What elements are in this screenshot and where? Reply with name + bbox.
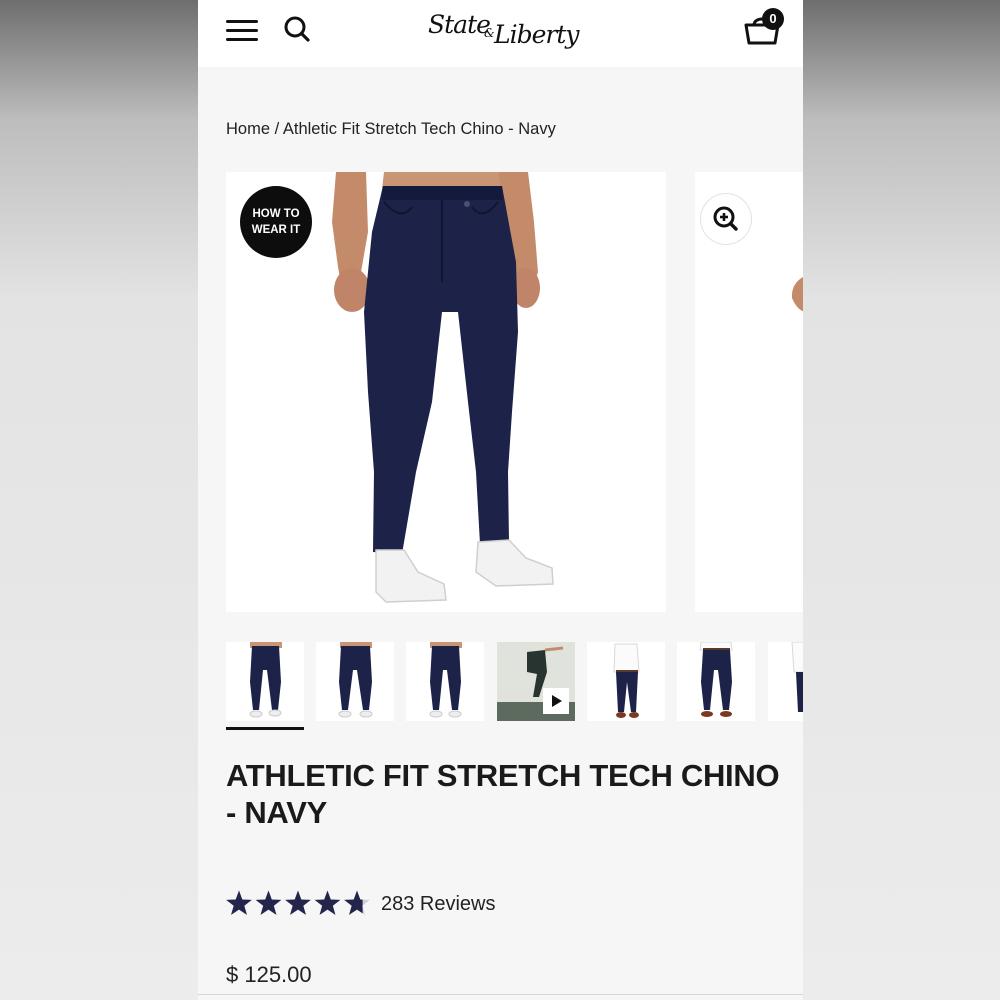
how-to-wear-it-badge[interactable]: HOW TO WEAR IT [240,186,312,258]
thumbnail-7[interactable] [768,642,803,721]
breadcrumb: Home / Athletic Fit Stretch Tech Chino -… [226,120,556,139]
product-title: ATHLETIC FIT STRETCH TECH CHINO - NAVY [226,758,780,830]
product-next-image-peek[interactable] [695,172,803,612]
thumbnail-outfit-image [699,642,733,717]
shopping-bag-button[interactable]: 0 [742,8,788,48]
thumbnail-2[interactable] [316,642,394,721]
breadcrumb-separator: / [270,120,283,138]
thumbnail-4-video[interactable] [497,642,575,721]
thumbnail-pants-image [249,642,282,718]
search-icon[interactable] [282,14,312,44]
rating-stars [226,890,370,915]
star-full [314,890,341,915]
thumbnail-outfit-image [613,643,640,718]
thumbnail-pants-image [429,642,462,718]
product-main-image[interactable]: HOW TO WEAR IT [226,172,666,612]
site-header: State & Liberty 0 [198,0,803,67]
logo-ampersand: & [484,26,495,40]
reviews-link[interactable]: 283 Reviews [381,893,496,916]
breadcrumb-current: Athletic Fit Stretch Tech Chino - Navy [282,120,556,138]
breadcrumb-home-link[interactable]: Home [226,120,270,138]
thumbnail-1[interactable] [226,642,304,721]
hamburger-menu-icon[interactable] [226,18,258,42]
cart-count-badge: 0 [762,8,784,30]
divider [198,994,803,995]
thumbnail-5[interactable] [587,642,665,721]
badge-line-2: WEAR IT [251,224,301,236]
active-thumbnail-indicator [226,727,304,730]
logo-word-state: State [428,10,491,39]
badge-line-1: HOW TO [252,208,300,220]
brand-logo[interactable]: State & Liberty [426,8,580,56]
thumbnail-pants-image [338,642,373,718]
zoom-button[interactable] [701,194,751,244]
thumbnail-strip [226,642,803,732]
star-full [285,890,311,915]
thumbnail-video-image [497,642,575,721]
thumbnail-3[interactable] [406,642,484,721]
phone-screen: State & Liberty 0 Home / Athletic Fit St… [198,0,803,1000]
star-full [226,890,252,915]
thumbnail-outfit-image [791,642,803,712]
product-price: $ 125.00 [226,962,312,987]
thumbnail-6[interactable] [677,642,755,721]
star-full [255,890,282,915]
zoom-in-icon [713,206,738,231]
logo-word-liberty: Liberty [494,20,580,49]
